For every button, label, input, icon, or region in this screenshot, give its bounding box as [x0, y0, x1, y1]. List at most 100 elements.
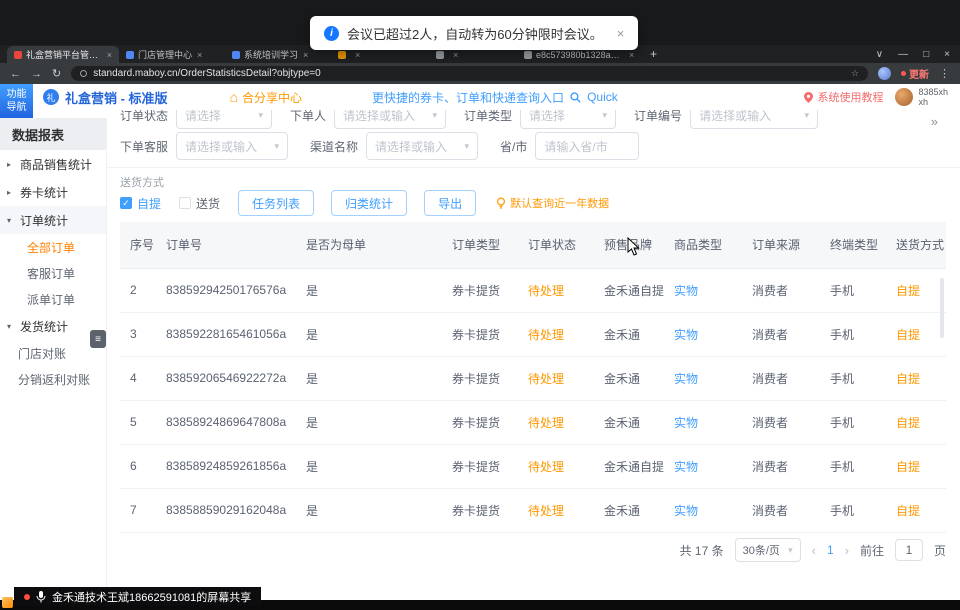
- table-cell: 83859294250176576a: [156, 268, 296, 312]
- goto-page-input[interactable]: [895, 539, 923, 561]
- tab-close-icon[interactable]: ×: [303, 50, 308, 60]
- site-info-icon[interactable]: [80, 70, 87, 77]
- tab-label: 礼盒营销平台管理中心: [26, 48, 102, 61]
- page-size-select[interactable]: 30条/页 ▾: [735, 538, 801, 562]
- sidebar-subitem[interactable]: 全部订单: [0, 234, 106, 260]
- placeholder-text: 请选择或输入: [375, 138, 447, 155]
- chevron-down-icon: ▾: [465, 141, 470, 152]
- placeholder-text: 请输入省/市: [544, 138, 607, 155]
- table-cell: 实物: [664, 268, 742, 312]
- mouse-cursor: [627, 237, 640, 256]
- bookmark-star-icon[interactable]: ☆: [851, 68, 859, 79]
- chevron-down-icon: ▾: [603, 110, 608, 121]
- filter-select[interactable]: 请选择或输入▾: [690, 110, 818, 129]
- table-row[interactable]: 383859228165461056a是券卡提货待处理金禾通实物消费者手机自提: [120, 312, 946, 356]
- table-cell: 券卡提货: [442, 488, 518, 532]
- filter-row-2: 下单客服请选择或输入▾渠道名称请选择或输入▾省/市请输入省/市: [120, 132, 639, 160]
- filter-input[interactable]: 请输入省/市: [535, 132, 639, 160]
- pagination: 共 17 条 30条/页 ▾ ‹ 1 › 前往 页: [680, 538, 946, 562]
- tab-close-icon[interactable]: ×: [355, 50, 360, 60]
- app-header: 礼 礼盒营销 - 标准版 ⌂ 合分享中心 更快捷的券卡、订单和快递查询入口 Qu…: [33, 84, 960, 110]
- browser-profile-avatar[interactable]: [878, 67, 891, 80]
- filter-select[interactable]: 请选择或输入▾: [334, 110, 446, 129]
- table-cell: 是: [296, 312, 442, 356]
- tab-close-icon[interactable]: ×: [629, 50, 634, 60]
- new-tab-button[interactable]: +: [650, 47, 657, 61]
- caret-icon: ▾: [7, 216, 16, 225]
- sidebar-item[interactable]: ▸商品销售统计: [0, 150, 106, 178]
- tab-close-icon[interactable]: ×: [453, 50, 458, 60]
- sidebar-item-label: 券卡统计: [20, 184, 68, 201]
- classify-stats-button[interactable]: 归类统计: [331, 190, 407, 216]
- filter-group: 订单编号请选择或输入▾: [634, 110, 818, 129]
- filter-select[interactable]: 请选择▾: [520, 110, 616, 129]
- browser-tab[interactable]: 礼盒营销平台管理中心 ×: [7, 46, 119, 63]
- share-center-label: 合分享中心: [242, 89, 302, 106]
- window-controls: ∨ — □ ×: [876, 49, 950, 60]
- tab-close-icon[interactable]: ×: [197, 50, 202, 60]
- url-text: standard.maboy.cn/OrderStatisticsDetail?…: [93, 68, 320, 79]
- close-icon[interactable]: ×: [617, 26, 625, 41]
- quick-entry-link[interactable]: 更快捷的券卡、订单和快递查询入口 Quick: [372, 89, 618, 106]
- filter-select[interactable]: 请选择或输入▾: [176, 132, 288, 160]
- table-row[interactable]: 583858924869647808a是券卡提货待处理金禾通实物消费者手机自提: [120, 400, 946, 444]
- table-scrollbar[interactable]: [940, 278, 944, 338]
- chevron-down-icon: ▾: [433, 110, 438, 121]
- window-close-icon[interactable]: ×: [944, 49, 950, 60]
- share-center-link[interactable]: ⌂ 合分享中心: [230, 89, 302, 106]
- back-icon[interactable]: ←: [10, 68, 21, 80]
- filters-expand-button[interactable]: »: [931, 114, 938, 129]
- caret-icon: ▸: [7, 188, 16, 197]
- sidebar-item[interactable]: ▸ 券卡统计: [0, 178, 106, 206]
- checkbox-box[interactable]: ✓: [120, 197, 132, 209]
- table-cell: 是: [296, 400, 442, 444]
- sidebar-section-title: 数据报表: [0, 118, 106, 150]
- tab-search-icon[interactable]: ∨: [876, 49, 883, 60]
- browser-update-badge[interactable]: 更新: [901, 66, 929, 81]
- taskbar-app-icon[interactable]: [2, 597, 13, 608]
- table-row[interactable]: 483859206546922272a是券卡提货待处理金禾通实物消费者手机自提: [120, 356, 946, 400]
- tutorial-link[interactable]: 系统使用教程: [804, 89, 883, 105]
- maximize-icon[interactable]: □: [923, 49, 929, 60]
- checkbox-box[interactable]: [179, 197, 191, 209]
- user-name-line1: 8385xh: [918, 87, 948, 97]
- browser-menu-icon[interactable]: ⋮: [939, 67, 950, 80]
- address-bar[interactable]: standard.maboy.cn/OrderStatisticsDetail?…: [71, 66, 868, 81]
- func-nav-block[interactable]: 功能 导航: [0, 84, 33, 118]
- quick-entry-text: 更快捷的券卡、订单和快递查询入口: [372, 89, 564, 106]
- table-cell: 是: [296, 356, 442, 400]
- forward-icon[interactable]: →: [31, 68, 42, 80]
- lightbulb-icon: [496, 197, 506, 209]
- current-page[interactable]: 1: [827, 543, 834, 557]
- export-button[interactable]: 导出: [424, 190, 476, 216]
- table-cell: 金禾通: [594, 356, 664, 400]
- caret-icon: ▸: [7, 160, 16, 169]
- sidebar-subitem[interactable]: 分销返利对账: [0, 366, 106, 392]
- sidebar-subitem[interactable]: 派单订单: [0, 286, 106, 312]
- sidebar-item[interactable]: ▾订单统计: [0, 206, 106, 234]
- table-row[interactable]: 683858924859261856a是券卡提货待处理金禾通自提实物消费者手机自…: [120, 444, 946, 488]
- chevron-down-icon: ▾: [274, 141, 279, 152]
- tab-close-icon[interactable]: ×: [107, 50, 112, 60]
- sidebar-collapse-toggle[interactable]: ≡: [90, 330, 106, 348]
- prev-page-button[interactable]: ‹: [812, 543, 816, 558]
- browser-toolbar: ← → ↻ standard.maboy.cn/OrderStatisticsD…: [0, 63, 960, 84]
- browser-tab[interactable]: 门店管理中心×: [119, 46, 225, 63]
- delivery-checkbox[interactable]: ✓自提: [120, 195, 161, 212]
- minimize-icon[interactable]: —: [898, 49, 908, 60]
- table-cell: 券卡提货: [442, 268, 518, 312]
- table-row[interactable]: 283859294250176576a是券卡提货待处理金禾通自提实物消费者手机自…: [120, 268, 946, 312]
- sidebar-subitem[interactable]: 客服订单: [0, 260, 106, 286]
- table-cell: 自提: [886, 444, 946, 488]
- user-avatar[interactable]: [895, 88, 913, 106]
- reload-icon[interactable]: ↻: [52, 67, 61, 80]
- filter-select[interactable]: 请选择▾: [176, 110, 272, 129]
- delivery-checkbox[interactable]: 送货: [179, 195, 220, 212]
- task-list-button[interactable]: 任务列表: [238, 190, 314, 216]
- table-cell: 是: [296, 488, 442, 532]
- filter-group: 下单客服请选择或输入▾: [120, 132, 288, 160]
- table-row[interactable]: 783858859029162048a是券卡提货待处理金禾通实物消费者手机自提: [120, 488, 946, 532]
- next-page-button[interactable]: ›: [845, 543, 849, 558]
- web-page: 功能 导航 礼 礼盒营销 - 标准版 ⌂ 合分享中心 更快捷的券卡、订单和快递查…: [0, 84, 960, 600]
- filter-select[interactable]: 请选择或输入 ▾: [366, 132, 478, 160]
